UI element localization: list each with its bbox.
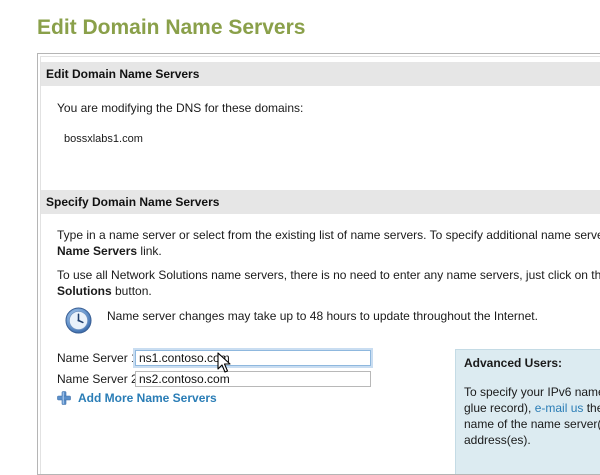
plus-icon — [57, 391, 71, 405]
advanced-line1: To specify your IPv6 name — [464, 385, 600, 399]
propagation-notice: Name server changes may take up to 48 ho… — [107, 309, 538, 323]
edit-section-header: Edit Domain Name Servers — [41, 62, 600, 86]
email-us-link[interactable]: e-mail us — [535, 401, 584, 415]
dns-panel: Edit Domain Name Servers You are modifyi… — [37, 53, 600, 475]
name-server-2-label: Name Server 2: — [57, 372, 142, 386]
name-server-2-input[interactable] — [135, 371, 371, 387]
clock-icon — [65, 307, 92, 334]
ns-solutions-line2: Solutions button. — [57, 283, 152, 300]
advanced-line2-pre: glue record), — [464, 401, 535, 415]
specify-section-header: Specify Domain Name Servers — [41, 190, 600, 214]
add-more-name-servers-link[interactable]: Add More Name Servers — [57, 391, 217, 405]
advanced-users-title: Advanced Users: — [464, 356, 563, 370]
ns-solutions-line1: To use all Network Solutions name server… — [57, 267, 600, 284]
dns-panel-inner: Edit Domain Name Servers You are modifyi… — [40, 56, 600, 474]
name-server-1-input[interactable] — [135, 350, 371, 366]
ns-solutions-line2-rest: button. — [111, 284, 152, 298]
add-more-label: Add More Name Servers — [78, 391, 217, 405]
mouse-cursor-icon — [217, 352, 231, 373]
advanced-line3: name of the name server(s — [464, 417, 600, 431]
advanced-line2: glue record), e-mail us the — [464, 400, 600, 416]
instructions-line2: Name Servers link. — [57, 243, 162, 260]
name-server-1-label: Name Server 1: — [57, 351, 142, 365]
ns-solutions-button-text: Solutions — [57, 284, 112, 298]
advanced-users-box: Advanced Users: To specify your IPv6 nam… — [455, 349, 600, 474]
instructions-line1: Type in a name server or select from the… — [57, 228, 600, 242]
name-servers-link-text: Name Servers — [57, 244, 138, 258]
advanced-line2-post: the — [586, 401, 600, 415]
advanced-line4: address(es). — [464, 433, 531, 447]
domain-name: bossxlabs1.com — [64, 133, 143, 145]
page-title: Edit Domain Name Servers — [37, 16, 306, 39]
instructions-line2-rest: link. — [137, 244, 162, 258]
ns-solutions-line1-text: To use all Network Solutions name server… — [57, 268, 600, 282]
modify-intro-text: You are modifying the DNS for these doma… — [57, 101, 304, 115]
